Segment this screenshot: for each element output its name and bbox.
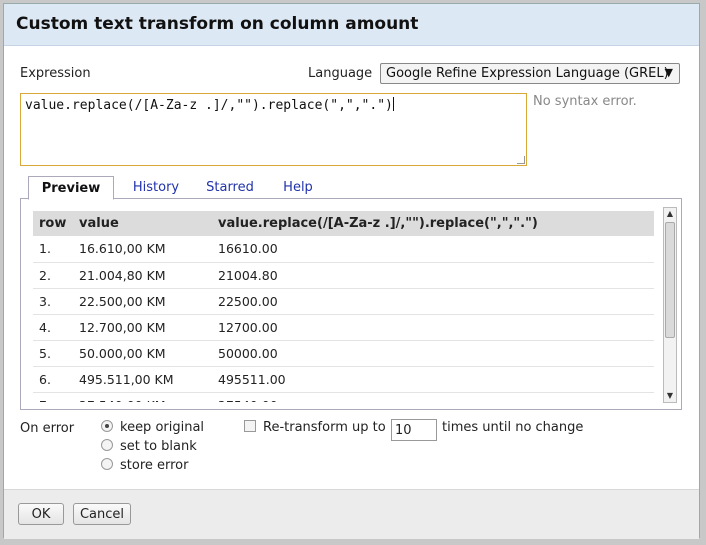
tab-history[interactable]: History bbox=[124, 176, 188, 200]
row-number: 3. bbox=[33, 288, 73, 315]
row-number: 2. bbox=[33, 262, 73, 289]
row-value: 22.500,00 KM bbox=[73, 288, 212, 315]
row-number: 7. bbox=[33, 392, 73, 402]
row-number: 1. bbox=[33, 236, 73, 263]
row-result: 50000.00 bbox=[212, 340, 654, 367]
set-to-blank-label[interactable]: set to blank bbox=[120, 439, 197, 454]
scroll-down-icon[interactable]: ▼ bbox=[664, 390, 676, 402]
scrollbar-thumb[interactable] bbox=[665, 222, 675, 338]
row-value: 50.000,00 KM bbox=[73, 340, 212, 367]
row-value: 12.700,00 KM bbox=[73, 314, 212, 341]
language-label: Language bbox=[308, 66, 373, 81]
preview-header-row: row value value.replace(/[A-Za-z .]/,"")… bbox=[33, 211, 654, 236]
row-result: 27540.00 bbox=[212, 392, 654, 402]
tab-preview[interactable]: Preview bbox=[28, 176, 114, 200]
row-result: 12700.00 bbox=[212, 314, 654, 341]
table-row: 5. 50.000,00 KM 50000.00 bbox=[33, 340, 654, 367]
preview-table-container: row value value.replace(/[A-Za-z .]/,"")… bbox=[33, 211, 654, 402]
row-value: 495.511,00 KM bbox=[73, 366, 212, 393]
radio-store-error[interactable] bbox=[101, 458, 113, 470]
dialog-title: Custom text transform on column amount bbox=[16, 14, 419, 34]
radio-keep-original[interactable] bbox=[101, 420, 113, 432]
scroll-up-icon[interactable]: ▲ bbox=[664, 208, 676, 220]
table-row: 6. 495.511,00 KM 495511.00 bbox=[33, 366, 654, 393]
preview-scrollbar[interactable]: ▲ ▼ bbox=[663, 207, 677, 403]
resize-handle-icon[interactable] bbox=[517, 156, 525, 164]
row-value: 21.004,80 KM bbox=[73, 262, 212, 289]
table-row: 4. 12.700,00 KM 12700.00 bbox=[33, 314, 654, 341]
header-value: value bbox=[73, 211, 212, 236]
row-number: 6. bbox=[33, 366, 73, 393]
tab-help[interactable]: Help bbox=[278, 176, 318, 200]
expression-text: value.replace(/[A-Za-z .]/,"").replace("… bbox=[25, 98, 393, 113]
table-row: 2. 21.004,80 KM 21004.80 bbox=[33, 262, 654, 289]
header-row: row bbox=[33, 211, 73, 236]
row-result: 16610.00 bbox=[212, 236, 654, 263]
retransform-suffix: times until no change bbox=[442, 420, 584, 435]
expression-label: Expression bbox=[20, 66, 91, 81]
row-result: 495511.00 bbox=[212, 366, 654, 393]
dialog-footer: OK Cancel bbox=[4, 489, 699, 539]
cancel-button[interactable]: Cancel bbox=[73, 503, 131, 525]
table-row: 3. 22.500,00 KM 22500.00 bbox=[33, 288, 654, 315]
expression-input[interactable]: value.replace(/[A-Za-z .]/,"").replace("… bbox=[20, 93, 527, 166]
on-error-label: On error bbox=[20, 421, 75, 436]
text-caret bbox=[392, 97, 394, 111]
keep-original-label[interactable]: keep original bbox=[120, 420, 204, 435]
language-selected-value: Google Refine Expression Language (GREL) bbox=[386, 66, 669, 81]
ok-button[interactable]: OK bbox=[18, 503, 64, 525]
transform-dialog: Custom text transform on column amount E… bbox=[3, 3, 700, 539]
row-number: 4. bbox=[33, 314, 73, 341]
tab-starred[interactable]: Starred bbox=[200, 176, 260, 200]
row-number: 5. bbox=[33, 340, 73, 367]
store-error-label[interactable]: store error bbox=[120, 458, 189, 473]
row-result: 21004.80 bbox=[212, 262, 654, 289]
header-expression: value.replace(/[A-Za-z .]/,"").replace("… bbox=[212, 211, 654, 236]
dialog-titlebar[interactable]: Custom text transform on column amount bbox=[4, 4, 699, 46]
dropdown-arrow-icon: ▼ bbox=[664, 66, 673, 79]
preview-panel: row value value.replace(/[A-Za-z .]/,"")… bbox=[20, 198, 682, 410]
retransform-count-input[interactable]: 10 bbox=[391, 419, 437, 441]
preview-table: row value value.replace(/[A-Za-z .]/,"")… bbox=[33, 211, 654, 402]
retransform-label[interactable]: Re-transform up to bbox=[263, 420, 386, 435]
retransform-checkbox[interactable] bbox=[244, 420, 256, 432]
table-row: 7. 27.540,00 KM 27540.00 bbox=[33, 392, 654, 402]
row-value: 16.610,00 KM bbox=[73, 236, 212, 263]
table-row: 1. 16.610,00 KM 16610.00 bbox=[33, 236, 654, 263]
syntax-status: No syntax error. bbox=[533, 94, 637, 109]
language-select[interactable]: Google Refine Expression Language (GREL)… bbox=[380, 63, 680, 84]
row-value: 27.540,00 KM bbox=[73, 392, 212, 402]
radio-set-to-blank[interactable] bbox=[101, 439, 113, 451]
row-result: 22500.00 bbox=[212, 288, 654, 315]
